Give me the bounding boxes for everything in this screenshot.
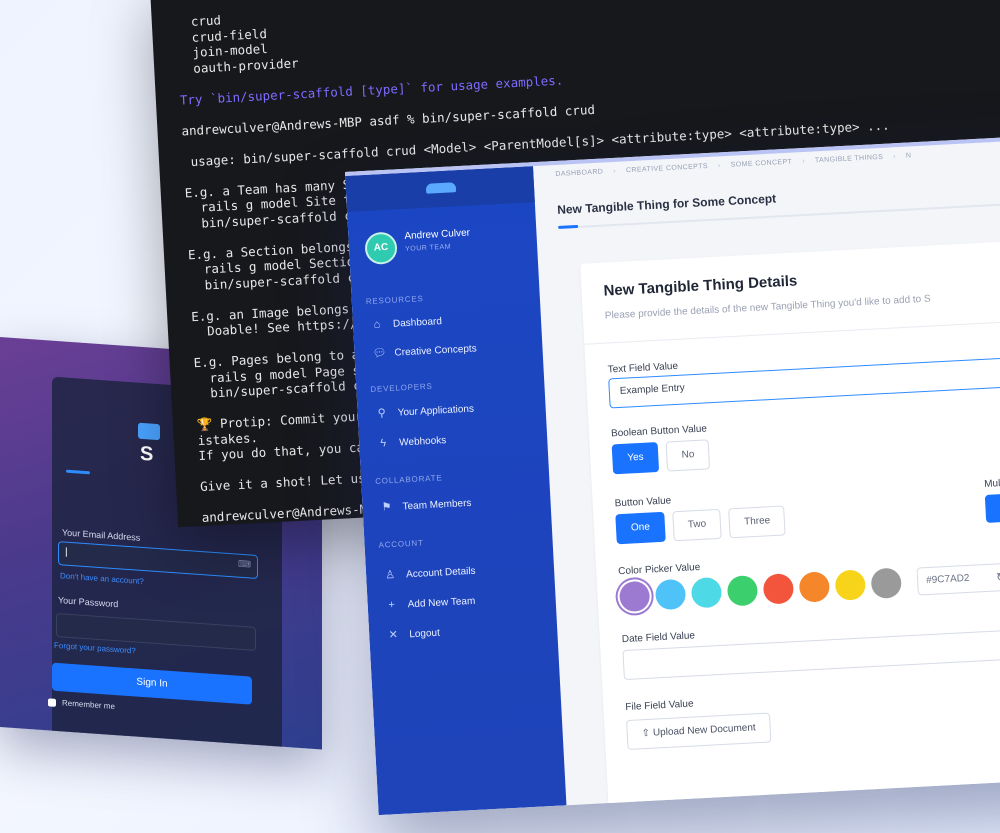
lightning-icon: ϟ	[380, 437, 387, 450]
option-no-button[interactable]: No	[665, 439, 711, 472]
file-field-label: File Field Value	[625, 698, 694, 714]
sidebar-item-webhooks[interactable]: ϟ Webhooks	[377, 431, 447, 453]
password-label: Your Password	[58, 595, 119, 610]
avatar[interactable]: AC	[364, 231, 398, 266]
sidebar-header	[345, 166, 535, 212]
color-swatch[interactable]	[762, 573, 795, 605]
option-one-button[interactable]: One	[615, 511, 666, 545]
remember-checkbox[interactable]	[48, 698, 56, 707]
home-icon: ⌂	[373, 318, 381, 331]
app-logo-icon	[138, 422, 160, 441]
no-account-link[interactable]: Don't have an account?	[60, 571, 144, 586]
color-field-label: Color Picker Value	[618, 561, 701, 578]
users-icon: ⚑	[381, 501, 392, 514]
sidebar-item-dashboard[interactable]: ⌂ Dashboard	[371, 312, 443, 334]
admin-app-window: AC Andrew Culver YOUR TEAM RESOURCES ⌂ D…	[345, 134, 1000, 816]
text-field-label: Text Field Value	[607, 360, 679, 376]
upload-document-button[interactable]: ⇧ Upload New Document	[626, 712, 772, 750]
breadcrumb-item[interactable]: TANGIBLE THINGS	[815, 154, 884, 165]
section-account: ACCOUNT	[378, 538, 424, 550]
plug-icon: ⚲	[377, 407, 387, 420]
color-swatch[interactable]	[618, 580, 651, 613]
main-content: DASHBOARD › CREATIVE CONCEPTS › SOME CON…	[533, 138, 1000, 816]
sidebar-item-add-team[interactable]: + Add New Team	[385, 592, 475, 615]
breadcrumb-item[interactable]: CREATIVE CONCEPTS	[626, 163, 708, 174]
date-field-label: Date Field Value	[621, 630, 696, 646]
remember-label: Remember me	[62, 698, 115, 712]
option-yes-button[interactable]: Yes	[611, 441, 660, 475]
chevron-right-icon: ›	[802, 157, 806, 166]
breadcrumb-item[interactable]: DASHBOARD	[555, 168, 603, 178]
chat-bubble-icon: 💬︎	[372, 347, 387, 360]
boolean-field-label: Boolean Button Value	[610, 423, 708, 440]
team-name: YOUR TEAM	[404, 243, 452, 253]
multi-field-label: Multi	[983, 477, 1000, 490]
option-three-button[interactable]: Three	[728, 505, 786, 539]
email-value: |	[65, 546, 68, 558]
option-two-button[interactable]: Two	[672, 508, 722, 542]
color-swatch[interactable]	[870, 567, 903, 600]
upload-icon: ⇧	[641, 727, 654, 740]
form-card: New Tangible Thing Details Please provid…	[580, 236, 1000, 816]
sidebar-item-label: Add New Team	[407, 595, 476, 610]
sidebar-item-label: Webhooks	[398, 434, 447, 449]
section-collaborate: COLLABORATE	[374, 473, 443, 486]
sidebar-item-label: Creative Concepts	[394, 342, 477, 359]
color-swatch[interactable]	[726, 575, 759, 607]
breadcrumb-item[interactable]: SOME CONCEPT	[731, 159, 793, 169]
divider	[584, 316, 1000, 345]
sidebar-item-logout[interactable]: ✕ Logout	[387, 624, 440, 645]
breadcrumb-item: N	[905, 152, 912, 160]
sidebar-item-team-members[interactable]: ⚑ Team Members	[380, 494, 472, 517]
chevron-right-icon: ›	[893, 153, 897, 161]
upload-label: Upload New Document	[652, 722, 756, 739]
sidebar-item-label: Logout	[408, 627, 441, 640]
keyboard-icon: ⌨	[238, 558, 251, 570]
sidebar-item-account-details[interactable]: ♙ Account Details	[384, 562, 476, 585]
color-swatch[interactable]	[654, 578, 687, 611]
chevron-right-icon: ›	[613, 167, 617, 175]
button-value-group: One Two Three	[615, 505, 786, 545]
color-swatch[interactable]	[834, 569, 867, 601]
refresh-icon[interactable]: ↻	[995, 564, 1000, 590]
tab-indicator	[558, 224, 579, 229]
close-icon: ✕	[388, 628, 399, 642]
color-swatch[interactable]	[690, 576, 723, 609]
app-logo-icon[interactable]	[425, 182, 457, 194]
color-hex-input[interactable]: #9C7AD2 ↻	[916, 562, 1000, 596]
sidebar-item-label: Account Details	[405, 565, 476, 580]
page-title: New Tangible Thing for Some Concept	[556, 191, 777, 217]
multi-option-button[interactable]: Fo	[984, 492, 1000, 523]
sidebar-item-applications[interactable]: ⚲ Your Applications	[375, 400, 474, 423]
card-title: New Tangible Thing Details	[603, 272, 798, 300]
sidebar: AC Andrew Culver YOUR TEAM RESOURCES ⌂ D…	[345, 166, 567, 816]
card-description: Please provide the details of the new Ta…	[604, 293, 931, 322]
email-label: Your Email Address	[62, 527, 141, 543]
signin-title: S	[140, 442, 154, 466]
section-developers: DEVELOPERS	[370, 381, 433, 394]
color-hex-value: #9C7AD2	[925, 572, 970, 587]
sidebar-item-label: Dashboard	[392, 315, 443, 330]
forgot-password-link[interactable]: Forgot your password?	[54, 641, 136, 656]
user-name[interactable]: Andrew Culver	[404, 228, 470, 242]
boolean-button-group: Yes No	[611, 439, 711, 475]
user-icon: ♙	[384, 568, 396, 582]
signin-tab-indicator	[66, 469, 90, 475]
text-field-value: Example Entry	[619, 382, 686, 397]
sidebar-item-label: Team Members	[402, 497, 472, 512]
color-swatch[interactable]	[798, 571, 831, 603]
signin-button[interactable]: Sign In	[52, 662, 252, 705]
chevron-right-icon: ›	[717, 162, 721, 170]
plus-icon: +	[388, 598, 396, 612]
sidebar-item-creative-concepts[interactable]: 💬︎ Creative Concepts	[372, 339, 477, 362]
sidebar-item-label: Your Applications	[397, 403, 475, 419]
button-field-label: Button Value	[614, 495, 672, 510]
section-resources: RESOURCES	[365, 294, 424, 307]
